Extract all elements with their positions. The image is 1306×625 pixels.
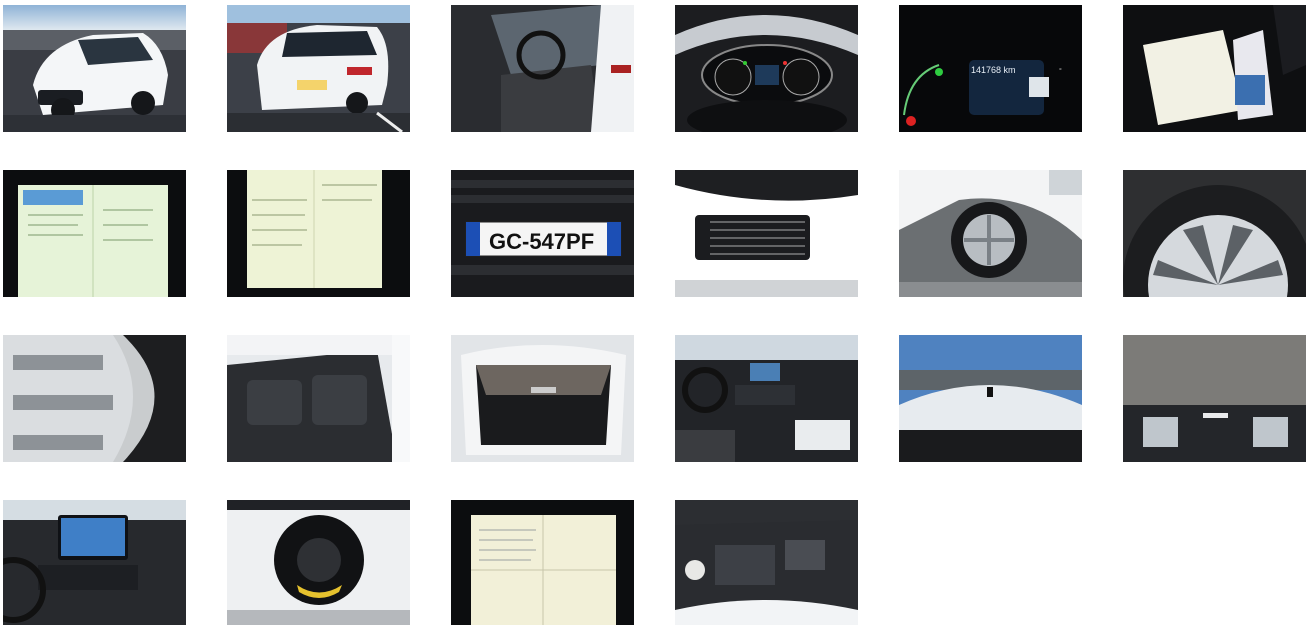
plate-number: GC-547PF: [489, 229, 594, 254]
photo-tire-label[interactable]: [675, 170, 858, 297]
photo-spare-wheel[interactable]: [227, 500, 410, 625]
svg-text:°: °: [1059, 67, 1062, 75]
photo-infotainment[interactable]: [3, 500, 186, 625]
photo-tire-sidewall[interactable]: [3, 335, 186, 462]
photo-interior-driver-door[interactable]: [451, 5, 634, 132]
photo-registration-page-1[interactable]: [3, 170, 186, 297]
photo-registration-page-2[interactable]: [227, 170, 410, 297]
photo-registration-folded[interactable]: [451, 500, 634, 625]
odometer-readout: 141768 km: [971, 65, 1016, 75]
photo-open-trunk[interactable]: [451, 335, 634, 462]
photo-instrument-cluster[interactable]: [675, 5, 858, 132]
photo-exterior-rear[interactable]: [227, 5, 410, 132]
photo-headliner[interactable]: [1123, 335, 1306, 462]
photo-roof[interactable]: [899, 335, 1082, 462]
photo-odometer[interactable]: 141768 km °: [899, 5, 1082, 132]
photo-front-wheel[interactable]: [899, 170, 1082, 297]
photo-wheel-closeup[interactable]: [1123, 170, 1306, 297]
photo-engine-bay[interactable]: [675, 500, 858, 625]
photo-gallery: 141768 km ° GC-547PF: [0, 0, 1306, 625]
photo-exterior-front[interactable]: [3, 5, 186, 132]
photo-rear-seats[interactable]: [227, 335, 410, 462]
photo-service-booklet[interactable]: [1123, 5, 1306, 132]
photo-dashboard[interactable]: [675, 335, 858, 462]
photo-license-plate[interactable]: GC-547PF: [451, 170, 634, 297]
